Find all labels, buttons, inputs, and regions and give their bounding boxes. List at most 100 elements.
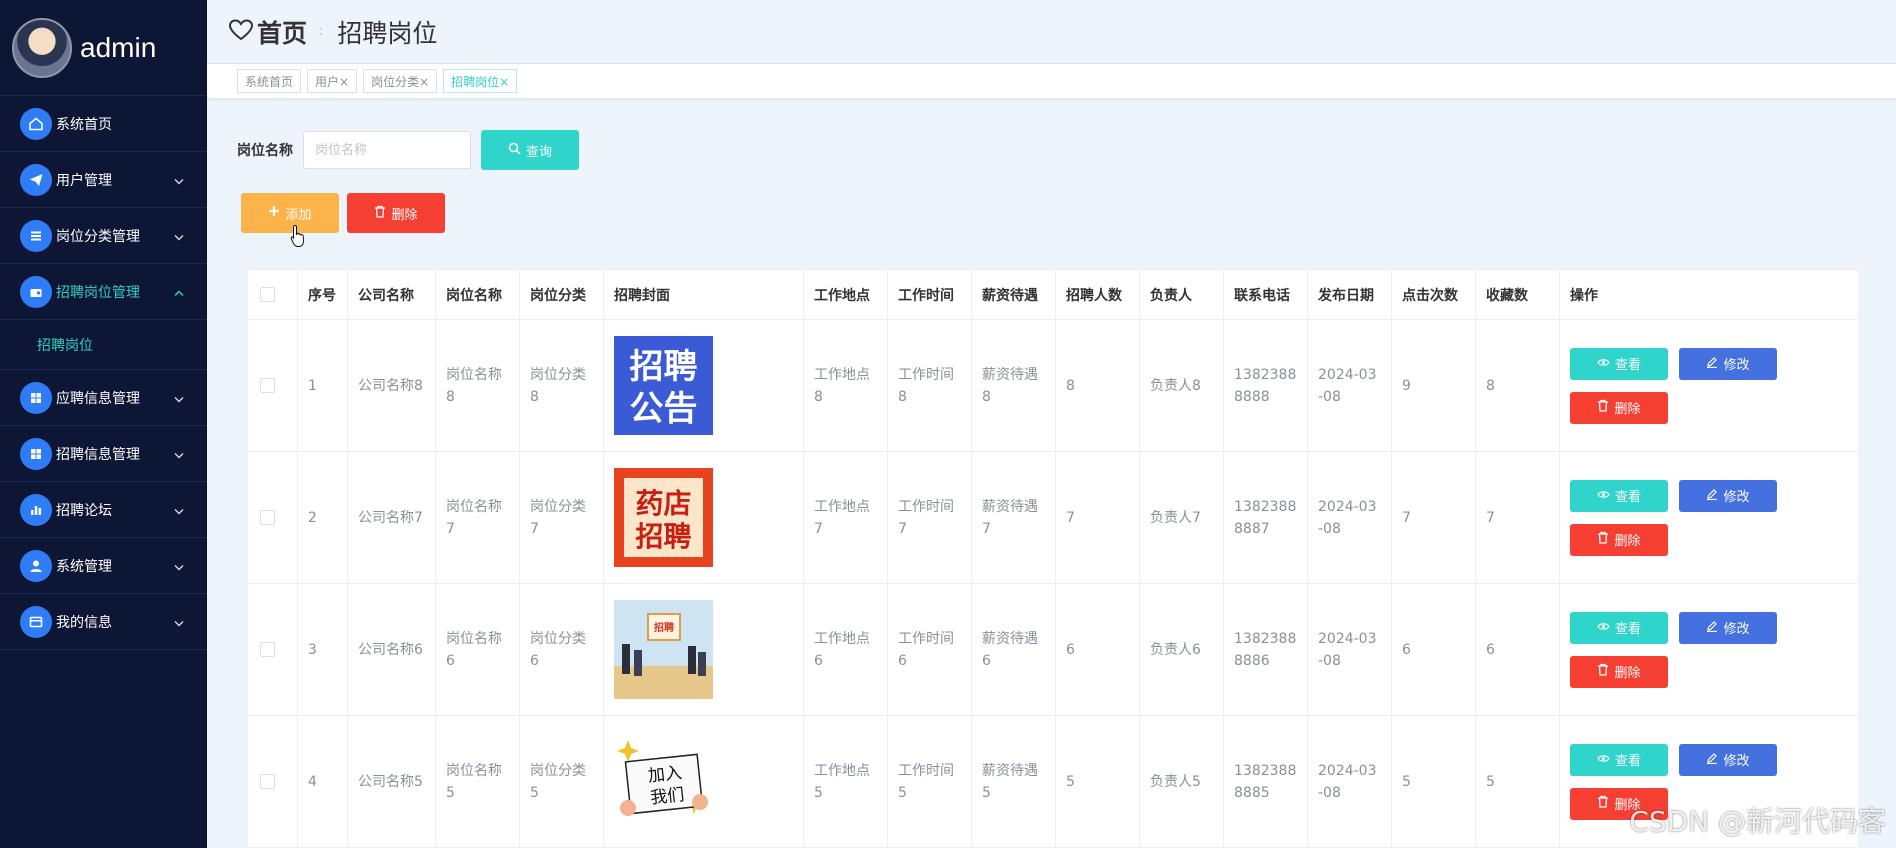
cell-cover: 招聘 (603, 583, 804, 716)
remove-button[interactable]: 删除 (1570, 391, 1668, 424)
view-button-label: 查看 (1614, 358, 1641, 373)
cell-count: 7 (1055, 451, 1140, 584)
trash-icon (374, 205, 391, 222)
cell-company: 公司名称8 (347, 319, 436, 452)
sidebar-item-label: 用户管理 (56, 172, 112, 189)
row-checkbox[interactable] (260, 510, 275, 525)
sidebar-item-home[interactable]: 系统首页 (0, 96, 207, 152)
cell-actions: 查看 修改 删除 (1559, 451, 1858, 584)
chevron-down-icon (173, 226, 185, 245)
cover-image[interactable]: 药店 招聘 (614, 468, 713, 567)
chevron-down-icon (173, 612, 185, 631)
search-input[interactable] (303, 131, 471, 169)
row-checkbox[interactable] (260, 378, 275, 393)
column-header: 点击次数 (1391, 269, 1476, 320)
cell-clicks: 7 (1391, 451, 1476, 584)
cover-image[interactable]: 招聘 (614, 600, 713, 699)
user-profile: admin (0, 0, 207, 96)
bar-chart-icon (20, 493, 52, 526)
edit-button-label: 修改 (1723, 622, 1750, 637)
sidebar-item-job-management[interactable]: 招聘岗位管理 (0, 264, 207, 320)
edit-icon (1706, 620, 1723, 636)
row-checkbox[interactable] (260, 774, 275, 789)
page-title: 招聘岗位 (337, 18, 438, 48)
cover-text: 招聘 (635, 520, 691, 553)
sidebar-subitem-job-posts[interactable]: 招聘岗位 (0, 320, 207, 370)
avatar[interactable] (12, 17, 72, 78)
row-checkbox[interactable] (260, 642, 275, 657)
cell-actions: 查看 修改 删除 (1559, 319, 1858, 452)
edit-button[interactable]: 修改 (1679, 347, 1777, 380)
view-button[interactable]: 查看 (1570, 611, 1668, 644)
cell-count: 5 (1055, 715, 1140, 848)
row-select-cell (247, 319, 298, 452)
query-button[interactable]: 查询 (481, 130, 579, 170)
cell-cover: 加入 我们 (603, 715, 804, 848)
cell-company: 公司名称6 (347, 583, 436, 716)
tag-job-category[interactable]: 岗位分类× (363, 69, 438, 93)
chevron-down-icon (173, 500, 185, 519)
edit-button-label: 修改 (1723, 358, 1750, 373)
sidebar-item-application-management[interactable]: 应聘信息管理 (0, 370, 207, 426)
cell-no: 2 (297, 451, 348, 584)
cell-phone: 13823888888 (1223, 319, 1308, 452)
view-button[interactable]: 查看 (1570, 743, 1668, 776)
cell-no: 4 (297, 715, 348, 848)
breadcrumb-home[interactable]: 首页 (257, 14, 307, 50)
cell-clicks: 6 (1391, 583, 1476, 716)
edit-button[interactable]: 修改 (1679, 611, 1777, 644)
edit-button-label: 修改 (1723, 490, 1750, 505)
sidebar-item-category-management[interactable]: 岗位分类管理 (0, 208, 207, 264)
cell-time: 工作时间5 (887, 715, 972, 848)
cell-count: 6 (1055, 583, 1140, 716)
row-select-cell (247, 715, 298, 848)
tag-users[interactable]: 用户× (307, 69, 358, 93)
cell-company: 公司名称5 (347, 715, 436, 848)
chevron-down-icon (173, 444, 185, 463)
eye-icon (1597, 356, 1615, 371)
select-all-checkbox[interactable] (260, 287, 275, 302)
cell-salary: 薪资待遇7 (971, 451, 1056, 584)
header-select-all[interactable] (247, 269, 298, 320)
eye-icon (1597, 620, 1615, 635)
sidebar-item-label: 岗位分类管理 (56, 228, 140, 245)
grid-icon (20, 381, 52, 414)
search-icon (508, 142, 526, 159)
cell-actions: 查看 修改 删除 (1559, 583, 1858, 716)
edit-button[interactable]: 修改 (1679, 479, 1777, 512)
tag-home[interactable]: 系统首页 (237, 69, 302, 93)
remove-button[interactable]: 删除 (1570, 523, 1668, 556)
cover-text: 加入 (647, 763, 683, 786)
user-icon (20, 549, 52, 582)
cover-image[interactable]: 招聘 公告 (614, 336, 713, 435)
sidebar-item-forum[interactable]: 招聘论坛 (0, 482, 207, 538)
row-select-cell (247, 451, 298, 584)
cell-no: 3 (297, 583, 348, 716)
view-button[interactable]: 查看 (1570, 347, 1668, 380)
column-header: 收藏数 (1475, 269, 1560, 320)
tags-bar: 系统首页 用户× 岗位分类× 招聘岗位× (207, 64, 1896, 99)
edit-button[interactable]: 修改 (1679, 743, 1777, 776)
sidebar-item-system-management[interactable]: 系统管理 (0, 538, 207, 594)
delete-button[interactable]: 删除 (347, 193, 445, 233)
view-button[interactable]: 查看 (1570, 479, 1668, 512)
cover-image[interactable]: 加入 我们 (614, 732, 713, 831)
column-header: 发布日期 (1307, 269, 1392, 320)
cell-cover: 招聘 公告 (603, 319, 804, 452)
cell-manager: 负责人8 (1139, 319, 1224, 452)
list-icon (20, 219, 52, 252)
column-header: 工作时间 (887, 269, 972, 320)
remove-button[interactable]: 删除 (1570, 655, 1668, 688)
view-button-label: 查看 (1614, 622, 1641, 637)
sidebar-item-user-management[interactable]: 用户管理 (0, 152, 207, 208)
cell-count: 8 (1055, 319, 1140, 452)
column-header: 薪资待遇 (971, 269, 1056, 320)
cell-phone: 13823888887 (1223, 451, 1308, 584)
search-label: 岗位名称 (237, 143, 293, 159)
sidebar-item-my-info[interactable]: 我的信息 (0, 594, 207, 650)
sidebar-item-recruit-info-management[interactable]: 招聘信息管理 (0, 426, 207, 482)
tag-job-posts[interactable]: 招聘岗位× (443, 69, 518, 93)
trash-icon (1597, 531, 1614, 548)
column-header: 操作 (1559, 269, 1858, 320)
eye-icon (1597, 488, 1615, 503)
